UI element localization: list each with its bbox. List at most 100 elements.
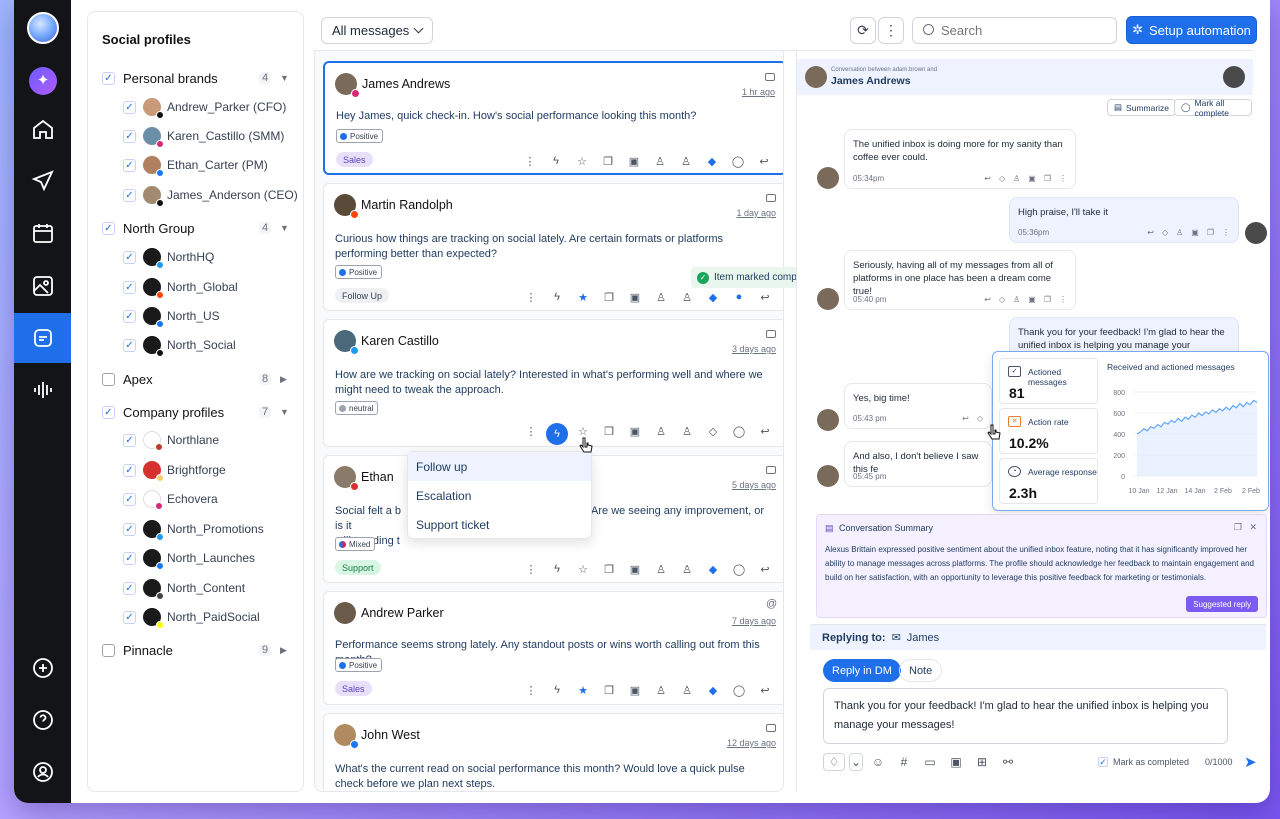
checkbox-icon[interactable]: ✓: [123, 158, 136, 172]
star-filled-icon[interactable]: ★: [570, 289, 596, 305]
assign-icon[interactable]: ♙: [648, 289, 674, 305]
caret-down-icon[interactable]: ▼: [280, 407, 289, 417]
team-icon[interactable]: ♙: [674, 561, 700, 577]
add-icon[interactable]: [14, 643, 71, 693]
send-icon[interactable]: ➤: [1244, 753, 1257, 771]
team-icon[interactable]: ♙: [674, 423, 700, 439]
complete-icon[interactable]: ◯: [726, 423, 752, 439]
message-filter-dropdown[interactable]: All messages: [321, 17, 433, 44]
assign-icon[interactable]: ♙: [648, 561, 674, 577]
team-icon[interactable]: ♙: [673, 153, 699, 169]
caret-right-icon[interactable]: ▶: [280, 374, 287, 385]
more-icon[interactable]: ⋮: [1059, 293, 1067, 306]
reply-icon[interactable]: ↩: [752, 423, 778, 439]
caret-right-icon[interactable]: ▶: [280, 645, 287, 656]
link-icon[interactable]: ⚯: [997, 753, 1019, 771]
copy-icon[interactable]: ❐: [596, 682, 622, 698]
archive-icon[interactable]: ▣: [622, 561, 648, 577]
checkbox-icon[interactable]: ✓: [123, 280, 136, 294]
bolt-icon[interactable]: ϟ: [546, 423, 568, 445]
account-row[interactable]: ✓ North_Global: [88, 276, 305, 299]
checkbox-icon[interactable]: [102, 372, 115, 386]
message-card[interactable]: Martin Randolph 1 day ago Curious how th…: [323, 183, 783, 311]
listening-icon[interactable]: [14, 365, 71, 415]
star-icon[interactable]: ☆: [569, 153, 595, 169]
copy-icon[interactable]: ❐: [596, 289, 622, 305]
summarize-button[interactable]: ▤ Summarize: [1107, 99, 1177, 116]
more-icon[interactable]: ⋮: [518, 682, 544, 698]
more-icon[interactable]: ⋮: [518, 561, 544, 577]
assign-icon[interactable]: ♙: [1013, 293, 1020, 306]
tag-icon[interactable]: ◆: [700, 561, 726, 577]
checkbox-icon[interactable]: ✓: [123, 463, 136, 477]
checkbox-icon[interactable]: ✓: [123, 522, 136, 536]
caret-down-icon[interactable]: ▼: [280, 223, 289, 233]
bolt-icon[interactable]: ϟ: [543, 153, 569, 169]
reply-icon[interactable]: ↩: [984, 293, 991, 306]
close-icon[interactable]: ✕: [1249, 522, 1257, 533]
group-north-group[interactable]: ✓ North Group 4 ▼: [88, 217, 305, 239]
account-row[interactable]: ✓ North_Promotions: [88, 518, 305, 541]
checkbox-icon[interactable]: ✓: [123, 433, 136, 447]
account-row[interactable]: ✓ North_Content: [88, 577, 305, 600]
chevron-down-icon[interactable]: ⌄: [849, 753, 863, 771]
account-row[interactable]: ✓ North_PaidSocial: [88, 606, 305, 629]
archive-icon[interactable]: ▣: [621, 153, 647, 169]
archive-icon[interactable]: ▣: [622, 289, 648, 305]
template-icon[interactable]: ▭: [919, 753, 941, 771]
account-row[interactable]: ✓ North_Social: [88, 334, 305, 357]
reply-icon[interactable]: ↩: [752, 682, 778, 698]
checkbox-icon[interactable]: [102, 643, 115, 657]
app-logo[interactable]: [27, 12, 59, 44]
more-icon[interactable]: ⋮: [518, 423, 544, 439]
message-card[interactable]: James Andrews 1 hr ago Hey James, quick …: [323, 61, 783, 175]
assign-icon[interactable]: ♙: [648, 423, 674, 439]
help-icon[interactable]: [14, 695, 71, 745]
complete-filled-icon[interactable]: ●: [726, 289, 752, 305]
star-icon[interactable]: ☆: [570, 561, 596, 577]
tag-icon[interactable]: ◇: [999, 293, 1005, 306]
send-icon[interactable]: [14, 156, 71, 206]
bolt-icon[interactable]: ϟ: [544, 561, 570, 577]
checkbox-icon[interactable]: ✓: [123, 551, 136, 565]
reply-icon[interactable]: ↩: [1147, 226, 1154, 239]
menu-item-support-ticket[interactable]: Support ticket: [408, 510, 591, 539]
tag-chip[interactable]: Support: [335, 560, 381, 575]
group-apex[interactable]: Apex 8 ▶: [88, 368, 305, 390]
tag-icon[interactable]: ◇: [977, 412, 983, 425]
reply-icon[interactable]: ↩: [984, 172, 991, 185]
account-row[interactable]: ✓ Ethan_Carter (PM): [88, 154, 305, 177]
reply-icon[interactable]: ↩: [752, 561, 778, 577]
tag-icon[interactable]: ◆: [700, 289, 726, 305]
assign-icon[interactable]: ♙: [647, 153, 673, 169]
copy-icon[interactable]: ❐: [596, 423, 622, 439]
assign-icon[interactable]: ♙: [1013, 172, 1020, 185]
complete-icon[interactable]: ◯: [726, 682, 752, 698]
emoji-icon[interactable]: ☺: [867, 753, 889, 771]
group-company-profiles[interactable]: ✓ Company profiles 7 ▼: [88, 401, 305, 423]
archive-icon[interactable]: ▣: [1191, 226, 1199, 239]
message-card[interactable]: Karen Castillo 3 days ago How are we tra…: [323, 319, 783, 447]
checkbox-icon[interactable]: ✓: [123, 338, 136, 352]
account-row[interactable]: ✓ NorthHQ: [88, 246, 305, 269]
suggested-reply-button[interactable]: Suggested reply: [1186, 596, 1258, 612]
tag-icon[interactable]: ◆: [700, 682, 726, 698]
reply-icon[interactable]: ↩: [962, 412, 969, 425]
checkbox-icon[interactable]: ✓: [123, 100, 136, 114]
more-icon[interactable]: ⋮: [1059, 172, 1067, 185]
copy-icon[interactable]: ❐: [1044, 293, 1051, 306]
team-icon[interactable]: ♙: [674, 682, 700, 698]
assign-icon[interactable]: ♙: [1176, 226, 1183, 239]
mark-all-complete-button[interactable]: ◯ Mark all complete: [1174, 98, 1252, 118]
archive-icon[interactable]: ▣: [622, 682, 648, 698]
more-icon[interactable]: ⋮: [1222, 226, 1230, 239]
tab-note[interactable]: Note: [899, 659, 943, 682]
tag-chip[interactable]: Sales: [335, 681, 372, 696]
checkbox-icon[interactable]: ✓: [123, 188, 136, 202]
bolt-icon[interactable]: ϟ: [544, 682, 570, 698]
tag-icon[interactable]: ◇: [999, 172, 1005, 185]
menu-item-follow-up[interactable]: Follow up: [408, 452, 591, 481]
inbox-icon[interactable]: [14, 313, 71, 363]
archive-icon[interactable]: ▣: [1028, 172, 1036, 185]
complete-icon[interactable]: ◯: [726, 561, 752, 577]
